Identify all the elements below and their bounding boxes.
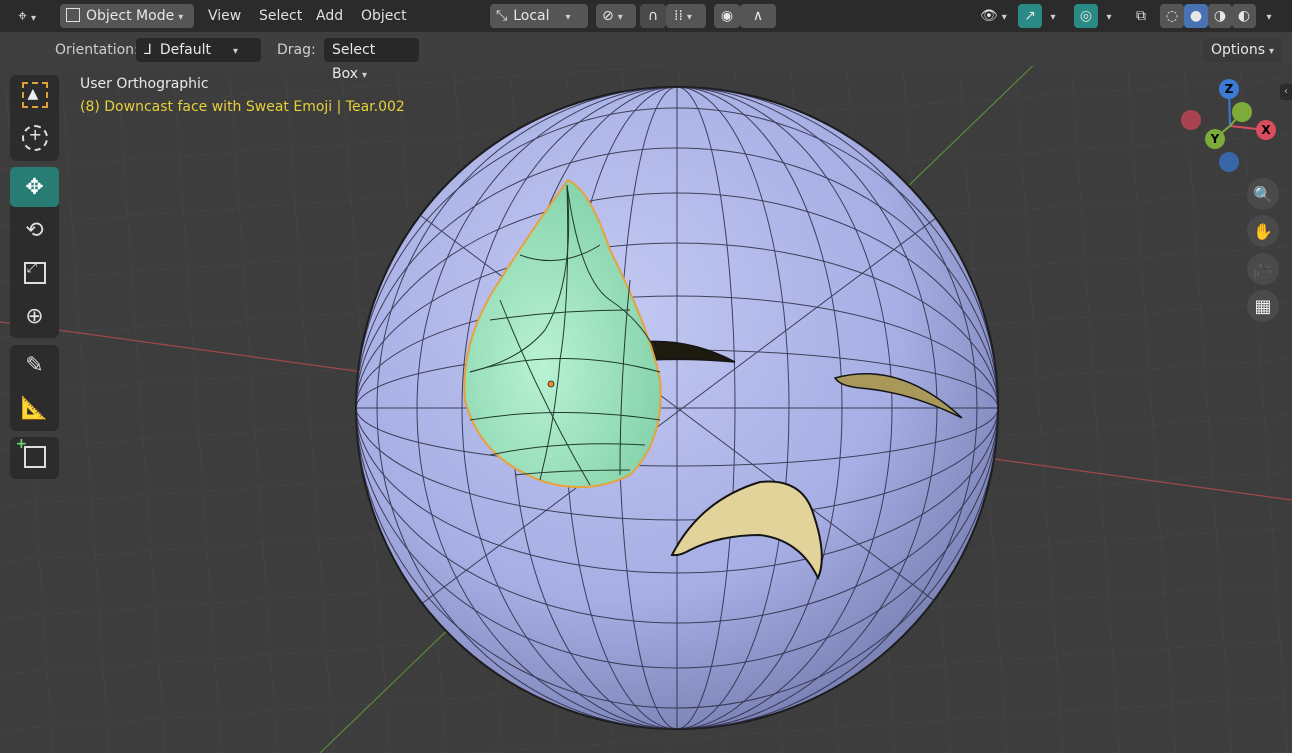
object-info: (8) Downcast face with Sweat Emoji | Tea… [80, 99, 405, 115]
options-dropdown[interactable]: Options ▾ [1203, 38, 1282, 62]
tool-transform[interactable]: ⊕ [10, 296, 59, 336]
pan-hand-icon: ✋ [1253, 221, 1273, 241]
xray-icon: ⧉ [1136, 8, 1146, 24]
drag-label: Drag: [277, 42, 316, 58]
perspective-toggle-button[interactable]: ▦ [1247, 290, 1279, 322]
tear-origin [547, 380, 555, 388]
grid-perspective-icon: ▦ [1254, 295, 1272, 317]
orientation-value: Local [513, 8, 550, 24]
eye-icon: 👁 [980, 8, 998, 24]
proportional-edit-icon: ◉ [720, 8, 734, 24]
orientation-dropdown[interactable]: ⅃ Default ▾ [136, 38, 261, 62]
pan-button[interactable]: ✋ [1247, 215, 1279, 247]
menu-select[interactable]: Select [255, 4, 306, 28]
orientation-label: Orientation: [55, 42, 139, 58]
material-sphere-icon: ◑ [1213, 8, 1227, 24]
object-mode-icon [66, 8, 80, 22]
zoom-icon: 🔍 [1253, 184, 1273, 204]
solid-sphere-icon: ● [1189, 8, 1203, 24]
pivot-icon: ⊘ [602, 8, 614, 24]
snap-grid-icon: ⁞⁞ [674, 8, 683, 24]
tool-cursor[interactable]: + [10, 118, 59, 158]
cursor-icon: + [21, 125, 48, 151]
snap-target-dropdown[interactable]: ⁞⁞ ▾ [666, 4, 706, 28]
orientation-dropdown-value: Default [159, 42, 211, 58]
gizmo-toggle[interactable]: ↗ [1018, 4, 1042, 28]
tool-annotate[interactable]: ✎ [10, 345, 59, 385]
drag-dropdown[interactable]: Select Box ▾ [324, 38, 419, 82]
overlays-toggle[interactable]: ◎ [1074, 4, 1098, 28]
mode-label: Object Mode [86, 8, 175, 24]
camera-view-button[interactable]: 🎥 [1247, 253, 1279, 285]
rendered-sphere-icon: ◐ [1237, 8, 1251, 24]
snap-toggle[interactable]: ∩ [640, 4, 666, 28]
axis-icon: ⅃ [144, 42, 152, 58]
proportional-edit-toggle[interactable]: ◉ [714, 4, 740, 28]
pivot-point-dropdown[interactable]: ⊘ ▾ [596, 4, 636, 28]
wireframe-sphere-icon: ◌ [1165, 8, 1179, 24]
scale-icon: ⤢ [23, 261, 46, 284]
gizmo-icon: ↗ [1024, 8, 1036, 24]
gizmo-neg-z-axis[interactable] [1219, 152, 1239, 172]
annotate-icon: ✎ [25, 352, 44, 378]
zoom-button[interactable]: 🔍 [1247, 178, 1279, 210]
shading-rendered[interactable]: ◐ [1232, 4, 1256, 28]
menu-add[interactable]: Add [312, 4, 347, 28]
mode-dropdown[interactable]: Object Mode ▾ [60, 4, 194, 28]
xray-toggle[interactable]: ⧉ [1128, 4, 1154, 28]
falloff-dropdown[interactable]: ∧ [740, 4, 776, 28]
view-name: User Orthographic [80, 76, 209, 92]
options-label: Options [1211, 42, 1266, 58]
overlays-dropdown[interactable]: ▾ [1098, 4, 1120, 28]
object-visibility-dropdown[interactable]: 👁 ▾ [972, 4, 1012, 28]
sidebar-toggle[interactable]: ‹ [1280, 84, 1292, 100]
orientation-icon: ⤡ [496, 8, 508, 24]
gizmo-neg-y-axis[interactable] [1232, 102, 1252, 122]
viewport-header: ⌖ ▾ Object Mode ▾ View Select Add Object ⤡… [0, 0, 1292, 32]
falloff-curve-icon: ∧ [752, 8, 764, 24]
move-icon: ✥ [25, 174, 44, 200]
shading-wireframe[interactable]: ◌ [1160, 4, 1184, 28]
gizmo-x-axis[interactable]: X [1256, 120, 1276, 140]
gizmo-y-axis[interactable]: Y [1205, 129, 1225, 149]
tool-measure[interactable]: 📐 [10, 388, 59, 428]
gizmo-dropdown[interactable]: ▾ [1042, 4, 1064, 28]
tool-add-cube[interactable]: + [10, 436, 59, 477]
camera-icon: 🎥 [1253, 259, 1273, 279]
chevron-left-icon: ‹ [1284, 86, 1288, 97]
transform-icon: ⊕ [25, 303, 44, 329]
gizmo-neg-x-axis[interactable] [1181, 110, 1201, 130]
overlays-icon: ◎ [1079, 8, 1093, 24]
transform-orientation-dropdown[interactable]: ⤡ Local ▾ [490, 4, 588, 28]
menu-object[interactable]: Object [357, 4, 411, 28]
tool-select-box[interactable]: ▲ [10, 75, 59, 115]
shading-material[interactable]: ◑ [1208, 4, 1232, 28]
rotate-icon: ⟲ [25, 217, 44, 243]
shading-solid[interactable]: ● [1184, 4, 1208, 28]
editor-type-button[interactable]: ⌖ ▾ [10, 4, 50, 28]
shading-dropdown[interactable]: ▾ [1258, 4, 1280, 28]
blender-window: ⌖ ▾ Object Mode ▾ View Select Add Object ⤡… [0, 0, 1292, 753]
tool-rotate[interactable]: ⟲ [10, 210, 59, 250]
menu-view[interactable]: View [204, 4, 245, 28]
gizmo-z-axis[interactable]: Z [1219, 79, 1239, 99]
measure-icon: 📐 [20, 395, 49, 421]
magnet-icon: ∩ [647, 8, 659, 24]
select-box-icon: ▲ [21, 82, 48, 108]
add-cube-icon: + [16, 436, 46, 468]
tool-scale[interactable]: ⤢ [10, 253, 59, 293]
tool-move[interactable]: ✥ [10, 167, 59, 207]
viewport-3d-icon: ⌖ [18, 6, 28, 25]
